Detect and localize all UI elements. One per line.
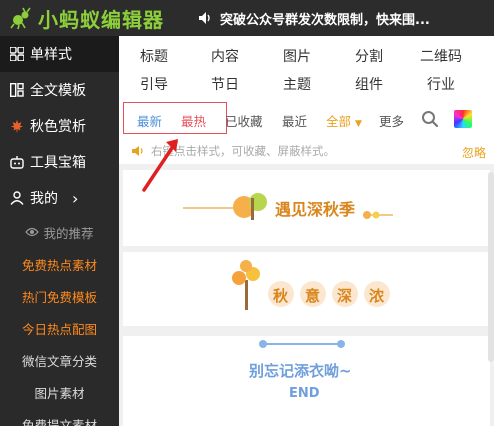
sidebar-item-label: 秋色赏析	[30, 119, 86, 135]
filter-favorites[interactable]: 已收藏	[225, 111, 263, 130]
category-industry[interactable]: 行业	[405, 74, 477, 94]
sidebar-item-toolbox[interactable]: 工具宝箱	[0, 144, 119, 180]
user-icon	[10, 190, 24, 206]
category-content[interactable]: 内容	[189, 46, 261, 66]
filter-hottest[interactable]: 最热	[181, 111, 206, 130]
style-card[interactable]: 遇见深秋季	[123, 170, 490, 246]
card-subtitle: END	[289, 386, 320, 401]
card-char: 秋	[273, 287, 289, 305]
tip-ignore-button[interactable]: 忽略	[462, 144, 486, 161]
color-palette-icon[interactable]	[454, 110, 472, 128]
tip-bar: 右键点击样式，可收藏、屏蔽样式。 忽略	[119, 140, 494, 162]
filter-newest[interactable]: 最新	[137, 111, 162, 130]
filter-all-label: 全部	[326, 114, 352, 129]
sidebar-sub-wechat-categories[interactable]: 微信文章分类	[0, 344, 119, 376]
grid-icon	[10, 46, 24, 62]
category-qrcode[interactable]: 二维码	[405, 46, 477, 66]
card-title: 遇见深秋季	[275, 200, 356, 219]
filter-bar: 最新 最热 已收藏 最近 全部 ▼ 更多	[119, 102, 494, 136]
category-theme[interactable]: 主题	[261, 74, 333, 94]
category-component[interactable]: 组件	[333, 74, 405, 94]
sidebar-item-label: 工具宝箱	[30, 155, 86, 171]
category-row: 引导 节日 主题 组件 行业	[119, 70, 494, 98]
top-header: 小蚂蚁编辑器 突破公众号群发次数限制，快来围...	[0, 0, 494, 36]
robot-icon	[10, 154, 24, 170]
card-title: 别忘记添衣呦~	[249, 362, 352, 380]
category-divider[interactable]: 分割	[333, 46, 405, 66]
sidebar-item-single-style[interactable]: 单样式	[0, 36, 119, 72]
sub-item-label: 我的推荐	[43, 225, 94, 241]
logo-text: 小蚂蚁编辑器	[38, 7, 164, 32]
category-title[interactable]: 标题	[119, 46, 189, 66]
announcement-text: 突破公众号群发次数限制，快来围...	[220, 12, 430, 28]
category-row: 标题 内容 图片 分割 二维码	[119, 42, 494, 70]
scrollbar[interactable]	[488, 172, 494, 362]
style-card[interactable]: 秋 意 深 浓	[123, 252, 490, 326]
sidebar-sub-free-text-materials[interactable]: 免费提文素材	[0, 408, 119, 426]
sidebar-sub-hot-free-templates[interactable]: 热门免费模板	[0, 280, 119, 312]
sidebar-sub-today-hot-images[interactable]: 今日热点配图	[0, 312, 119, 344]
tip-text: 右键点击样式，可收藏、屏蔽样式。	[151, 144, 335, 158]
announcement[interactable]: 突破公众号群发次数限制，快来围...	[198, 0, 430, 36]
style-panel: 标题 内容 图片 分割 二维码 引导 节日 主题 组件 行业 最新 最热 已收藏…	[119, 36, 494, 426]
speaker-icon	[199, 12, 210, 24]
chevron-right-icon: ›	[72, 188, 79, 208]
caret-down-icon: ▼	[355, 119, 362, 129]
card-char: 深	[337, 287, 353, 305]
sidebar-item-label: 我的	[30, 191, 58, 207]
style-card[interactable]: 别忘记添衣呦~ END	[123, 336, 490, 426]
reminder-style	[259, 340, 345, 348]
filter-all-dropdown[interactable]: 全部 ▼	[326, 111, 362, 130]
sidebar-item-label: 单样式	[30, 47, 72, 63]
sidebar-sub-free-hot-materials[interactable]: 免费热点素材	[0, 248, 119, 280]
style-list: 遇见深秋季 秋 意 深 浓 别忘记添衣呦~ END	[119, 164, 494, 426]
category-holiday[interactable]: 节日	[189, 74, 261, 94]
app-logo[interactable]: 小蚂蚁编辑器	[10, 4, 164, 32]
sidebar-item-autumn[interactable]: 秋色赏析	[0, 108, 119, 144]
card-char: 意	[305, 287, 321, 305]
sidebar-item-mine[interactable]: 我的 ›	[0, 180, 119, 216]
speaker-icon	[132, 146, 143, 156]
category-grid: 标题 内容 图片 分割 二维码 引导 节日 主题 组件 行业	[119, 42, 494, 98]
maple-leaf-icon	[10, 118, 24, 134]
search-icon[interactable]	[421, 110, 439, 128]
filter-more[interactable]: 更多	[379, 111, 404, 130]
sidebar-item-label: 全文模板	[30, 83, 86, 99]
template-icon	[10, 82, 24, 98]
ant-logo-icon	[10, 7, 31, 30]
category-guide[interactable]: 引导	[119, 74, 189, 94]
category-image[interactable]: 图片	[261, 46, 333, 66]
sidebar-sub-my-recommend[interactable]: 我的推荐	[0, 216, 119, 248]
sidebar: 单样式 全文模板 秋色赏析 工具宝箱 我的 › 我的推荐 免费热点素材 热门免费…	[0, 36, 119, 426]
sidebar-item-full-template[interactable]: 全文模板	[0, 72, 119, 108]
card-char: 浓	[369, 287, 385, 305]
eye-icon	[25, 227, 40, 237]
filter-recent[interactable]: 最近	[282, 111, 307, 130]
sidebar-sub-image-materials[interactable]: 图片素材	[0, 376, 119, 408]
